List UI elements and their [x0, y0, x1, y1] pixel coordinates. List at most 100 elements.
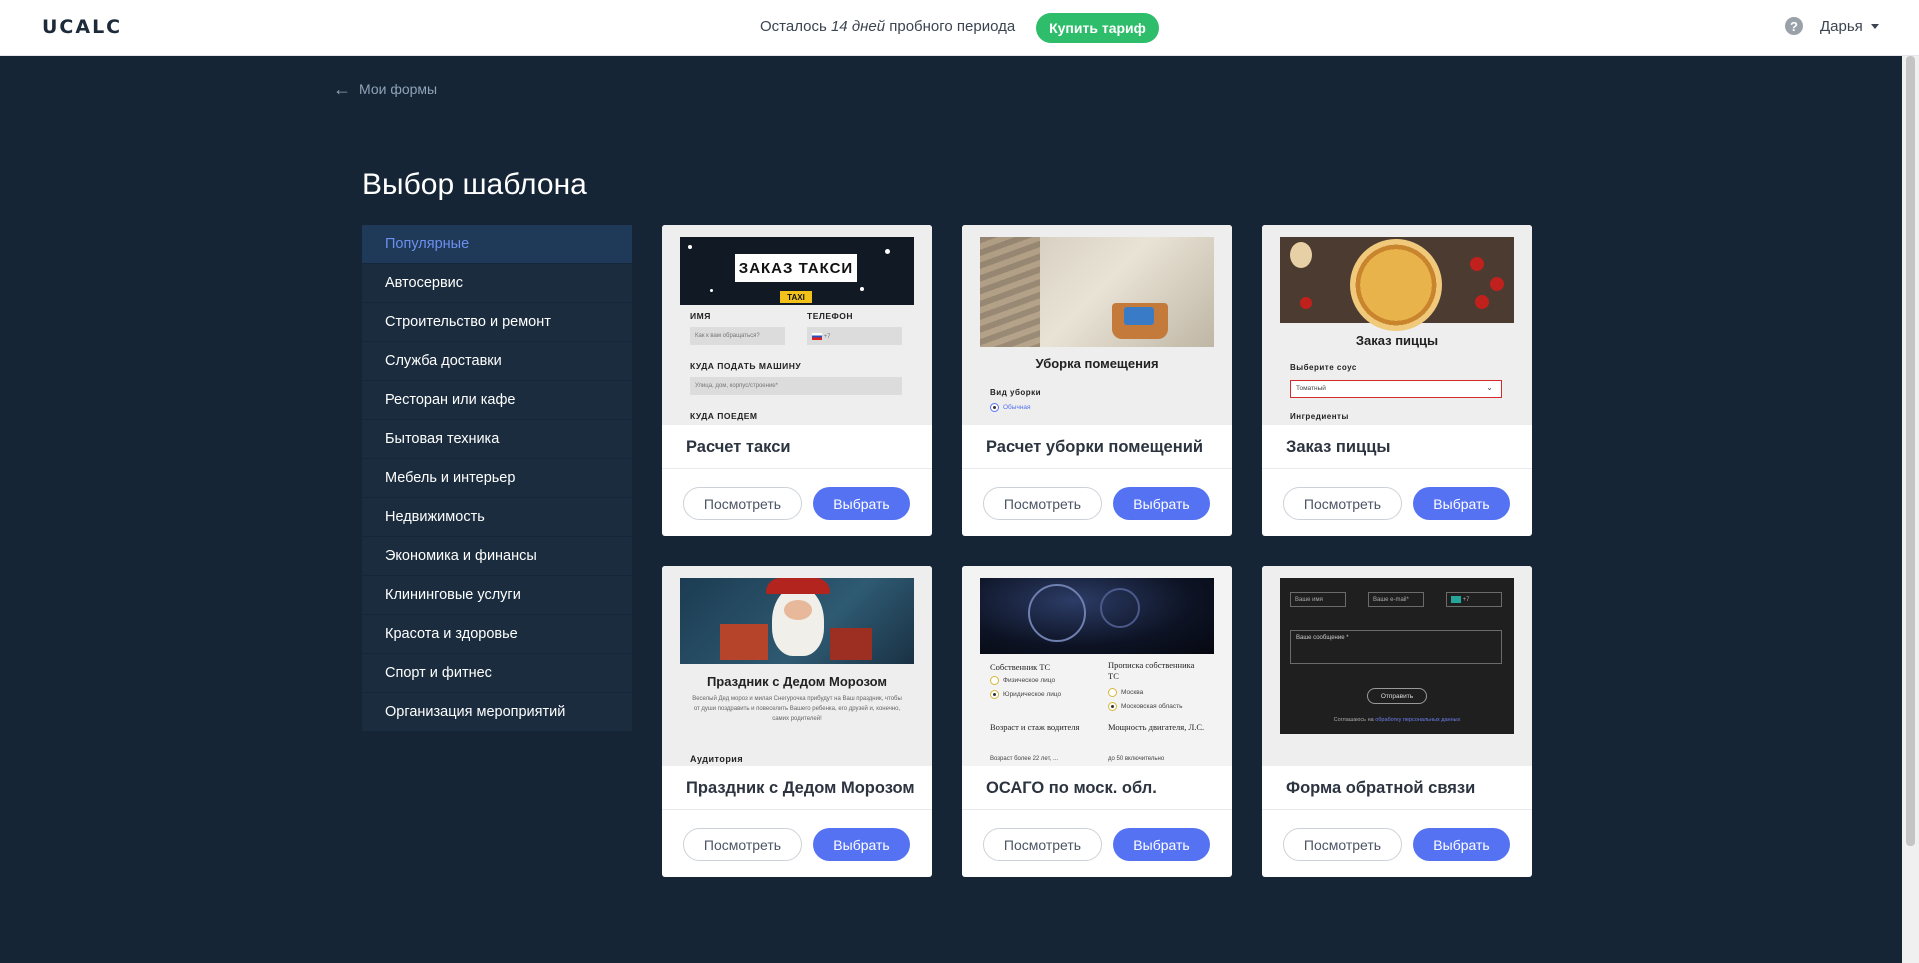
- pizza-heading: Заказ пиццы: [1355, 333, 1439, 348]
- taxi-badge: TAXI: [780, 291, 812, 303]
- category-realty[interactable]: Недвижимость: [362, 498, 632, 537]
- trial-notice: Осталось 14 дней пробного периода: [760, 18, 1015, 35]
- category-restaurant[interactable]: Ресторан или кафе: [362, 381, 632, 420]
- pizza-ingredients-label: Ингредиенты: [1290, 412, 1349, 421]
- template-title: Расчет уборки помещений: [986, 438, 1203, 456]
- category-furniture[interactable]: Мебель и интерьер: [362, 459, 632, 498]
- taxi-phone-field: +7: [807, 327, 902, 345]
- page-scrollbar[interactable]: [1902, 56, 1919, 963]
- feedback-send-button: Отправить: [1367, 688, 1427, 704]
- category-sidebar: Популярные Автосервис Строительство и ре…: [362, 225, 632, 732]
- pizza-sauce-label: Выберите соус: [1290, 363, 1357, 372]
- page-title: Выбор шаблона: [362, 168, 587, 201]
- top-bar: UCALC Осталось 14 дней пробного периода …: [0, 0, 1919, 56]
- arrow-left-icon: ←: [333, 79, 351, 99]
- feedback-name-field: Ваше имя: [1290, 592, 1346, 607]
- buy-plan-button[interactable]: Купить тариф: [1036, 13, 1159, 43]
- category-events[interactable]: Организация мероприятий: [362, 693, 632, 732]
- feedback-message-field: Ваше сообщение *: [1290, 630, 1502, 664]
- view-button[interactable]: Посмотреть: [983, 828, 1102, 861]
- card-divider: [1262, 468, 1532, 469]
- user-menu[interactable]: Дарья: [1820, 18, 1879, 35]
- taxi-banner-title: ЗАКАЗ ТАКСИ: [735, 254, 857, 282]
- taxi-pickup-label: КУДА ПОДАТЬ МАШИНУ: [690, 361, 802, 371]
- osago-reg-opt1: Москва: [1121, 689, 1144, 696]
- taxi-name-label: ИМЯ: [690, 311, 711, 321]
- template-card-feedback[interactable]: Ваше имя Ваше e-mail* +7 Ваше сообщение …: [1262, 566, 1532, 877]
- category-sport[interactable]: Спорт и фитнес: [362, 654, 632, 693]
- radio-icon: [1108, 688, 1117, 697]
- santa-description: Веселый Дед мороз и милая Снегурочка при…: [692, 696, 902, 722]
- osago-owner-opt2: Юридическое лицо: [1003, 691, 1062, 698]
- template-title: Расчет такси: [686, 438, 791, 456]
- osago-reg-label: Прописка собственника ТС: [1108, 660, 1195, 681]
- select-button[interactable]: Выбрать: [1413, 828, 1510, 861]
- question-circle-icon[interactable]: ?: [1785, 17, 1803, 35]
- template-preview: Уборка помещения Вид уборки Обычная: [962, 225, 1232, 425]
- template-card-osago[interactable]: Собственник ТС Физическое лицо Юридическ…: [962, 566, 1232, 877]
- template-card-santa[interactable]: Праздник с Дедом Морозом Веселый Дед мор…: [662, 566, 932, 877]
- template-preview: Праздник с Дедом Морозом Веселый Дед мор…: [662, 566, 932, 766]
- category-autoservice[interactable]: Автосервис: [362, 264, 632, 303]
- scrollbar-thumb[interactable]: [1906, 56, 1915, 846]
- select-button[interactable]: Выбрать: [813, 828, 910, 861]
- feedback-consent: Соглашаюсь на обработку персональных дан…: [1280, 717, 1514, 723]
- user-name: Дарья: [1820, 18, 1863, 35]
- caret-down-icon: [1870, 24, 1879, 29]
- osago-age-value: Возраст более 22 лет, ...: [990, 756, 1058, 762]
- view-button[interactable]: Посмотреть: [683, 828, 802, 861]
- select-button[interactable]: Выбрать: [1113, 828, 1210, 861]
- category-construction[interactable]: Строительство и ремонт: [362, 303, 632, 342]
- logo[interactable]: UCALC: [42, 16, 122, 38]
- osago-owner-opt1: Физическое лицо: [1003, 677, 1056, 684]
- santa-heading: Праздник с Дедом Морозом: [706, 674, 888, 689]
- trial-prefix: Осталось: [760, 18, 827, 35]
- category-cleaning[interactable]: Клининговые услуги: [362, 576, 632, 615]
- category-delivery[interactable]: Служба доставки: [362, 342, 632, 381]
- template-card-taxi[interactable]: ЗАКАЗ ТАКСИ TAXI ИМЯ ТЕЛЕФОН Как к вам о…: [662, 225, 932, 536]
- cleaning-type-label: Вид уборки: [990, 388, 1042, 397]
- taxi-pickup-field: Улица, дом, корпус/строение*: [690, 377, 902, 395]
- template-card-pizza[interactable]: Заказ пиццы Выберите соус Томатный ⌄ Инг…: [1262, 225, 1532, 536]
- trial-suffix: пробного периода: [889, 18, 1016, 35]
- osago-power-label: Мощность двигателя, Л.С.: [1108, 722, 1205, 732]
- osago-age-label: Возраст и стаж водителя: [990, 722, 1080, 732]
- feedback-email-field: Ваше e-mail*: [1368, 592, 1424, 607]
- select-button[interactable]: Выбрать: [1413, 487, 1510, 520]
- category-finance[interactable]: Экономика и финансы: [362, 537, 632, 576]
- view-button[interactable]: Посмотреть: [683, 487, 802, 520]
- back-link[interactable]: ← Мои формы: [333, 80, 437, 98]
- pizza-sauce-select: Томатный ⌄: [1290, 380, 1502, 398]
- template-title: Заказ пиццы: [1286, 438, 1391, 456]
- flag-ru-icon: [812, 333, 822, 340]
- card-divider: [662, 468, 932, 469]
- template-card-cleaning[interactable]: Уборка помещения Вид уборки Обычная Расч…: [962, 225, 1232, 536]
- view-button[interactable]: Посмотреть: [1283, 828, 1402, 861]
- taxi-destination-label: КУДА ПОЕДЕМ: [690, 411, 758, 421]
- trial-days: 14 дней: [830, 18, 886, 35]
- select-button[interactable]: Выбрать: [813, 487, 910, 520]
- chevron-down-icon: ⌄: [1486, 383, 1493, 392]
- feedback-consent-prefix: Соглашаюсь на: [1333, 717, 1374, 723]
- radio-selected-icon: [1108, 702, 1117, 711]
- radio-selected-icon: [990, 403, 999, 412]
- taxi-phone-prefix: +7: [823, 334, 831, 341]
- cleaning-option: Обычная: [1003, 404, 1031, 411]
- back-link-label: Мои формы: [359, 81, 438, 97]
- cleaning-image: [980, 237, 1214, 347]
- osago-power-value: до 50 включительно: [1108, 756, 1165, 762]
- taxi-phone-label: ТЕЛЕФОН: [807, 311, 853, 321]
- flag-icon: [1451, 596, 1461, 603]
- category-appliances[interactable]: Бытовая техника: [362, 420, 632, 459]
- category-beauty[interactable]: Красота и здоровье: [362, 615, 632, 654]
- santa-image: [680, 578, 914, 664]
- view-button[interactable]: Посмотреть: [1283, 487, 1402, 520]
- select-button[interactable]: Выбрать: [1113, 487, 1210, 520]
- cleaning-heading: Уборка помещения: [1035, 356, 1159, 371]
- dashboard-image: [980, 578, 1214, 654]
- view-button[interactable]: Посмотреть: [983, 487, 1102, 520]
- feedback-form-preview: Ваше имя Ваше e-mail* +7 Ваше сообщение …: [1280, 578, 1514, 734]
- category-popular[interactable]: Популярные: [362, 225, 632, 264]
- card-divider: [962, 468, 1232, 469]
- card-divider: [662, 809, 932, 810]
